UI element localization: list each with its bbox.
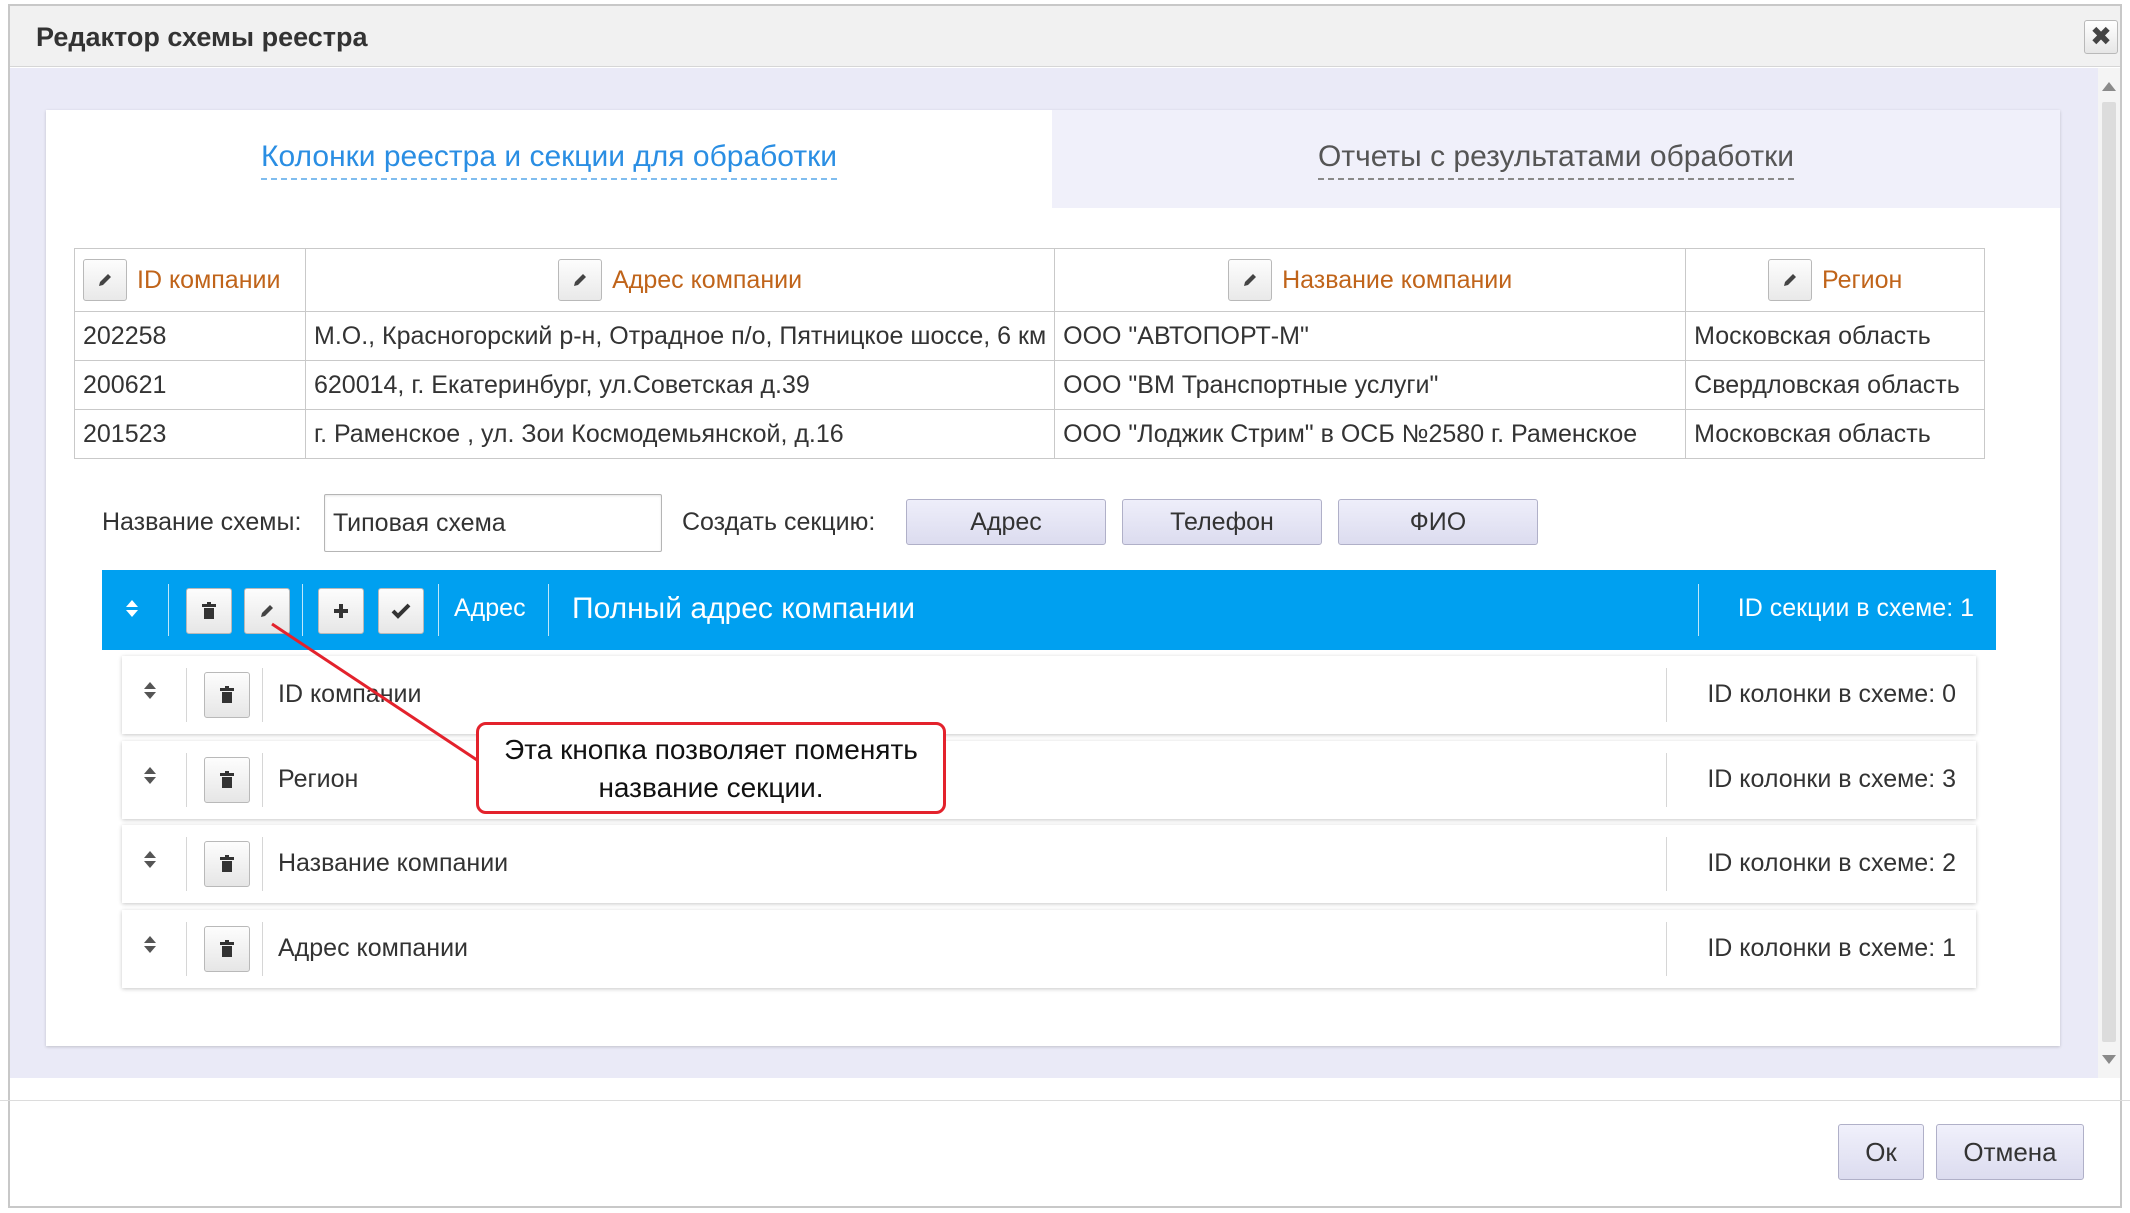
edit-column-button[interactable]: [1228, 259, 1273, 301]
column-header-company-name: Название компании: [1054, 248, 1687, 312]
add-column-button[interactable]: [318, 588, 364, 634]
table-cell: ООО "АВТОПОРТ-М": [1054, 311, 1687, 361]
close-button[interactable]: ✖: [2084, 20, 2118, 54]
vertical-scrollbar[interactable]: [2098, 68, 2120, 1078]
column-name: ID компании: [278, 680, 422, 708]
edit-column-button[interactable]: [83, 259, 127, 301]
delete-column-button[interactable]: [204, 757, 250, 803]
delete-column-button[interactable]: [204, 841, 250, 887]
delete-column-button[interactable]: [204, 926, 250, 972]
trash-icon: [220, 686, 234, 703]
scroll-down-icon[interactable]: [2102, 1055, 2116, 1064]
pencil-icon: [1244, 274, 1257, 286]
column-header-label: Адрес компании: [612, 265, 803, 294]
callout-annotation: Эта кнопка позволяет поменять название с…: [476, 722, 946, 814]
check-icon: [391, 603, 411, 619]
column-id: ID колонки в схеме: 1: [1707, 934, 1956, 962]
scheme-name-label: Название схемы:: [102, 508, 302, 536]
plus-icon: [334, 604, 348, 618]
create-section-label: Создать секцию:: [682, 508, 876, 536]
table-row: 201523 г. Раменское , ул. Зои Космодемья…: [74, 409, 1986, 459]
column-name: Название компании: [278, 849, 509, 877]
column-header-address: Адрес компании: [304, 248, 1056, 312]
column-id: ID колонки в схеме: 0: [1707, 680, 1956, 708]
pencil-icon: [99, 274, 111, 286]
section-type: Адрес: [454, 594, 526, 622]
create-phone-section-button[interactable]: Телефон: [1122, 499, 1322, 545]
tab-label: Колонки реестра и секции для обработки: [261, 140, 837, 180]
delete-column-button[interactable]: [204, 672, 250, 718]
registry-preview-table: ID компании Адрес компании Название комп…: [74, 248, 1986, 459]
list-item[interactable]: Адрес компании ID колонки в схеме: 1: [122, 910, 1976, 988]
scheme-controls: Название схемы: Создать секцию: Адрес Те…: [102, 494, 1562, 552]
table-row: 200621 620014, г. Екатеринбург, ул.Совет…: [74, 360, 1986, 410]
dialog-titlebar: Редактор схемы реестра ✖: [10, 6, 2120, 67]
section-name: Полный адрес компании: [572, 592, 915, 625]
column-id: ID колонки в схеме: 2: [1707, 849, 1956, 877]
ok-button[interactable]: Ок: [1838, 1124, 1924, 1180]
list-item[interactable]: Регион ID колонки в схеме: 3: [122, 741, 1976, 819]
edit-column-button[interactable]: [1768, 259, 1812, 301]
updown-arrows-icon[interactable]: [144, 851, 156, 868]
trash-icon: [220, 940, 234, 957]
column-header-region: Регион: [1685, 248, 1986, 312]
column-name: Регион: [278, 765, 359, 793]
edit-section-name-button[interactable]: [244, 588, 290, 634]
callout-line-2: название секции.: [598, 772, 824, 803]
column-header-label: ID компании: [137, 265, 281, 294]
close-icon: ✖: [2090, 21, 2112, 51]
table-row: 202258 М.О., Красногорский р-н, Отрадное…: [74, 311, 1986, 361]
table-cell: Свердловская область: [1685, 360, 1986, 410]
updown-arrows-icon[interactable]: [144, 767, 156, 784]
column-header-id: ID компании: [74, 248, 306, 312]
table-cell: ООО "Лоджик Стрим" в ОСБ №2580 г. Раменс…: [1054, 409, 1687, 459]
section-header[interactable]: Адрес Полный адрес компании ID секции в …: [102, 570, 1996, 650]
table-cell: М.О., Красногорский р-н, Отрадное п/о, П…: [304, 311, 1056, 361]
column-header-label: Название компании: [1282, 265, 1513, 294]
tab-label: Отчеты с результатами обработки: [1318, 140, 1794, 180]
table-cell: 200621: [74, 360, 306, 410]
updown-arrows-icon[interactable]: [144, 936, 156, 953]
delete-section-button[interactable]: [186, 588, 232, 634]
pencil-icon: [261, 605, 273, 617]
footer-divider: [0, 1100, 2130, 1101]
table-cell: ООО "ВМ Транспортные услуги": [1054, 360, 1687, 410]
create-fio-section-button[interactable]: ФИО: [1338, 499, 1538, 545]
table-cell: 620014, г. Екатеринбург, ул.Советская д.…: [304, 360, 1056, 410]
cancel-button[interactable]: Отмена: [1936, 1124, 2084, 1180]
column-name: Адрес компании: [278, 934, 469, 962]
table-cell: Московская область: [1685, 311, 1986, 361]
tab-reports[interactable]: Отчеты с результатами обработки: [1052, 110, 2060, 208]
edit-column-button[interactable]: [558, 259, 603, 301]
callout-line-1: Эта кнопка позволяет поменять: [504, 734, 918, 765]
trash-icon: [220, 855, 234, 872]
create-address-section-button[interactable]: Адрес: [906, 499, 1106, 545]
table-cell: 201523: [74, 409, 306, 459]
pencil-icon: [574, 274, 587, 286]
column-id: ID колонки в схеме: 3: [1707, 765, 1956, 793]
trash-icon: [220, 771, 234, 788]
pencil-icon: [1784, 274, 1796, 286]
scroll-thumb[interactable]: [2102, 102, 2116, 1042]
updown-arrows-icon[interactable]: [126, 600, 138, 617]
tab-columns-sections[interactable]: Колонки реестра и секции для обработки: [46, 110, 1052, 208]
updown-arrows-icon[interactable]: [144, 682, 156, 699]
trash-icon: [202, 602, 216, 619]
scheme-name-input[interactable]: [324, 494, 662, 552]
dialog-title: Редактор схемы реестра: [36, 22, 368, 52]
column-header-label: Регион: [1822, 265, 1903, 294]
list-item[interactable]: ID компании ID колонки в схеме: 0: [122, 656, 1976, 734]
table-cell: Московская область: [1685, 409, 1986, 459]
section-id: ID секции в схеме: 1: [1737, 594, 1974, 622]
table-cell: 202258: [74, 311, 306, 361]
table-header-row: ID компании Адрес компании Название комп…: [74, 248, 1986, 312]
table-cell: г. Раменское , ул. Зои Космодемьянской, …: [304, 409, 1056, 459]
scroll-up-icon[interactable]: [2102, 82, 2116, 91]
confirm-section-button[interactable]: [378, 588, 424, 634]
list-item[interactable]: Название компании ID колонки в схеме: 2: [122, 825, 1976, 903]
